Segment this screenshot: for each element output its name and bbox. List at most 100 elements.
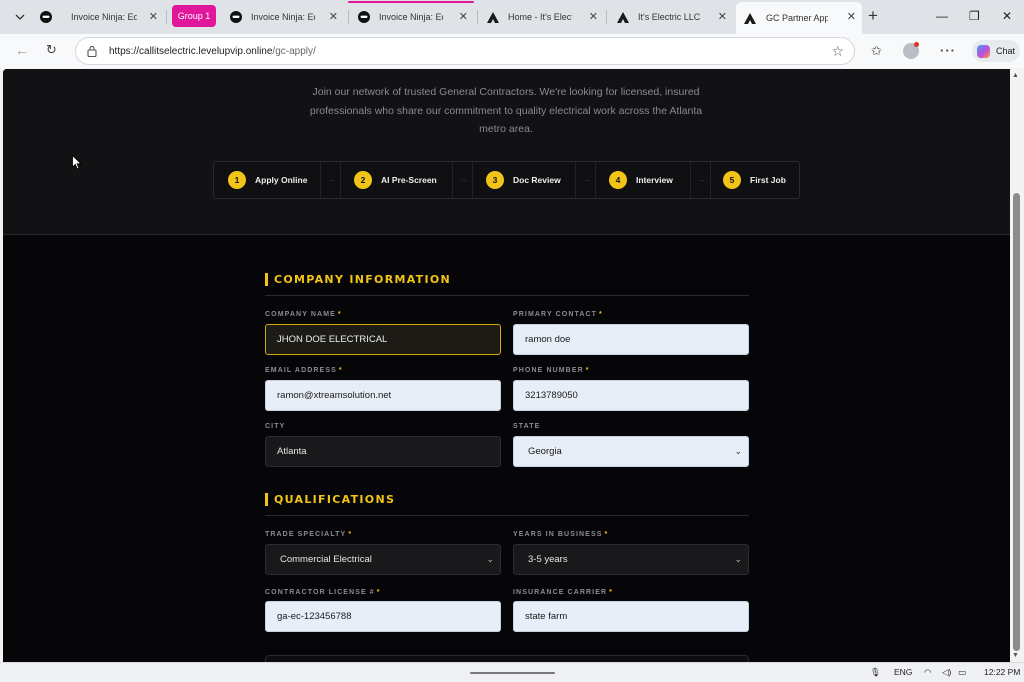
microphone-icon[interactable]: 🎙 xyxy=(870,667,881,678)
phone-number-label: PHONE NUMBER * xyxy=(513,367,590,374)
step-number: 5 xyxy=(723,171,741,189)
years-in-business-select[interactable]: 3-5 years ⌄ xyxy=(513,544,749,575)
tab-title: Invoice Ninja: Ed xyxy=(71,12,137,22)
trade-specialty-selected-value: Commercial Electrical xyxy=(280,554,372,565)
favorites-icon[interactable]: ✩ xyxy=(871,43,882,59)
invoice-ninja-icon xyxy=(40,11,52,23)
years-in-business-selected-value: 3-5 years xyxy=(528,554,568,565)
its-electric-icon xyxy=(487,12,499,23)
contractor-license-input[interactable]: ga-ec-123456788 xyxy=(265,601,501,632)
insurance-carrier-input[interactable]: state farm xyxy=(513,601,749,632)
invoice-ninja-icon xyxy=(230,11,242,23)
scroll-up-icon[interactable]: ▲ xyxy=(1012,72,1019,79)
tab-title: Invoice Ninja: Ed xyxy=(251,12,315,22)
step-label: First Job xyxy=(750,175,786,185)
chevron-down-icon: ⌄ xyxy=(734,554,742,564)
taskbar: 🎙 ENG ◠ ◁) ▭ 12:22 PM xyxy=(0,662,1024,682)
city-input[interactable]: Atlanta xyxy=(265,436,501,467)
tab-its-electric-llc[interactable]: It's Electric LLC - ✕ xyxy=(609,4,733,30)
mouse-cursor-icon xyxy=(72,155,82,170)
lock-icon xyxy=(87,45,97,57)
state-selected-value: Georgia xyxy=(528,446,562,457)
its-electric-icon xyxy=(617,12,629,23)
invoice-ninja-icon xyxy=(358,11,370,23)
close-icon[interactable]: ✕ xyxy=(459,11,468,23)
copilot-icon xyxy=(977,44,990,58)
section-divider xyxy=(265,295,749,296)
tab-strip: Invoice Ninja: Ed ✕ Group 1 Invoice Ninj… xyxy=(0,0,1024,34)
copilot-chat-button[interactable]: Chat xyxy=(972,40,1020,62)
step-number: 4 xyxy=(609,171,627,189)
window-close-icon[interactable]: ✕ xyxy=(1002,9,1012,23)
restore-icon[interactable]: ❐ xyxy=(969,9,980,23)
arrow-right-icon: → xyxy=(697,174,706,184)
step-interview: 4 Interview xyxy=(609,162,673,198)
tab-home-its-electric[interactable]: Home - It's Electr ✕ xyxy=(480,4,604,30)
state-label: STATE xyxy=(513,423,541,430)
section-title-qualifications: QUALIFICATIONS xyxy=(265,493,395,506)
step-label: Apply Online xyxy=(255,175,308,185)
its-electric-icon xyxy=(744,13,756,24)
close-icon[interactable]: ✕ xyxy=(589,11,598,23)
contractor-license-label: CONTRACTOR LICENSE # * xyxy=(265,589,381,596)
hero-section: Join our network of trusted General Cont… xyxy=(3,69,1010,235)
tab-invoice-ninja-3[interactable]: Invoice Ninja: Ed ✕ xyxy=(350,4,474,30)
arrow-right-icon: → xyxy=(459,174,468,184)
primary-contact-input[interactable]: ramon doe xyxy=(513,324,749,355)
application-steps: 1 Apply Online → 2 AI Pre-Screen → 3 Doc… xyxy=(213,161,800,199)
state-select[interactable]: Georgia ⌄ xyxy=(513,436,749,467)
next-section-card xyxy=(265,655,749,662)
minimize-icon[interactable]: — xyxy=(936,9,948,23)
scroll-down-icon[interactable]: ▼ xyxy=(1012,652,1019,659)
tab-title: Home - It's Electr xyxy=(508,12,572,22)
tab-group-chip[interactable]: Group 1 xyxy=(172,5,216,27)
step-label: AI Pre-Screen xyxy=(381,175,437,185)
scrollbar-thumb[interactable] xyxy=(1013,193,1020,651)
insurance-carrier-label: INSURANCE CARRIER * xyxy=(513,589,613,596)
hero-intro-text: Join our network of trusted General Cont… xyxy=(309,86,703,135)
more-options-icon[interactable]: ··· xyxy=(940,43,956,58)
url-text: https://callitselectric.levelupvip.onlin… xyxy=(109,46,316,57)
section-title-company-information: COMPANY INFORMATION xyxy=(265,273,451,286)
taskbar-handle[interactable] xyxy=(470,672,555,674)
favorite-star-icon[interactable]: ☆ xyxy=(831,43,844,60)
company-name-input[interactable]: JHON DOE ELECTRICAL xyxy=(265,324,501,355)
close-icon[interactable]: ✕ xyxy=(847,11,856,23)
browser-toolbar: ← ↻ https://callitselectric.levelupvip.o… xyxy=(0,34,1024,68)
tab-invoice-ninja-2[interactable]: Invoice Ninja: Ed ✕ xyxy=(220,4,344,30)
step-number: 2 xyxy=(354,171,372,189)
refresh-icon[interactable]: ↻ xyxy=(46,42,57,58)
tab-gc-partner-application[interactable]: GC Partner Appl ✕ xyxy=(736,2,862,34)
battery-icon[interactable]: ▭ xyxy=(958,667,966,678)
trade-specialty-select[interactable]: Commercial Electrical ⌄ xyxy=(265,544,501,575)
step-label: Interview xyxy=(636,175,673,185)
email-address-input[interactable]: ramon@xtreamsolution.net xyxy=(265,380,501,411)
step-number: 1 xyxy=(228,171,246,189)
back-arrow-icon[interactable]: ← xyxy=(15,42,29,58)
trade-specialty-label: TRADE SPECIALTY * xyxy=(265,531,353,538)
clock[interactable]: 12:22 PM xyxy=(984,667,1020,677)
tab-actions-menu-button[interactable] xyxy=(6,5,34,29)
close-icon[interactable]: ✕ xyxy=(718,11,727,23)
step-first-job: 5 First Job xyxy=(723,162,786,198)
chevron-down-icon: ⌄ xyxy=(734,446,742,456)
tab-invoice-ninja-1[interactable]: Invoice Ninja: Ed ✕ xyxy=(40,4,164,30)
language-indicator[interactable]: ENG xyxy=(894,667,912,677)
city-label: CITY xyxy=(265,423,286,430)
page-viewport: Join our network of trusted General Cont… xyxy=(3,69,1010,662)
close-icon[interactable]: ✕ xyxy=(149,11,158,23)
phone-number-input[interactable]: 3213789050 xyxy=(513,380,749,411)
tab-title: It's Electric LLC - xyxy=(638,12,702,22)
step-apply-online: 1 Apply Online xyxy=(228,162,307,198)
chevron-down-icon xyxy=(15,14,25,20)
url-host: https://callitselectric.levelupvip.onlin… xyxy=(109,46,273,57)
section-divider xyxy=(265,515,749,516)
new-tab-icon[interactable]: + xyxy=(868,7,878,25)
chevron-down-icon: ⌄ xyxy=(486,554,494,564)
volume-icon[interactable]: ◁) xyxy=(942,667,951,678)
wifi-icon[interactable]: ◠ xyxy=(924,667,931,678)
address-bar[interactable]: https://callitselectric.levelupvip.onlin… xyxy=(75,37,855,65)
url-path: /gc-apply/ xyxy=(272,46,316,57)
close-icon[interactable]: ✕ xyxy=(329,11,338,23)
tab-title: GC Partner Appl xyxy=(766,13,828,23)
